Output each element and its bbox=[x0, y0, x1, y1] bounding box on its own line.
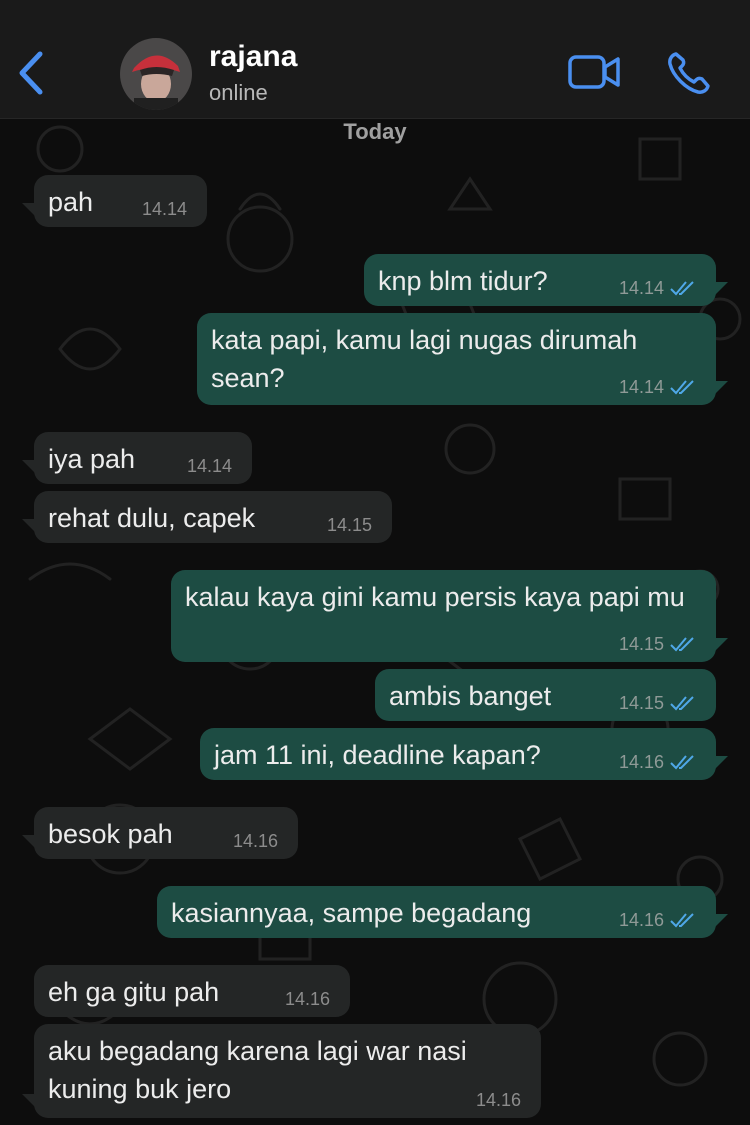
message-time: 14.15 bbox=[326, 515, 372, 535]
phone-icon[interactable] bbox=[666, 50, 712, 96]
double-check-icon bbox=[670, 913, 694, 928]
message-bubble-incoming[interactable]: pah 14.14 bbox=[22, 175, 207, 227]
back-chevron-icon[interactable] bbox=[14, 50, 50, 96]
double-check-icon bbox=[670, 696, 694, 711]
message-time: 14.14 bbox=[186, 456, 232, 476]
message-time: 14.14 bbox=[141, 199, 187, 219]
message-bubble-outgoing[interactable]: kalau kaya gini kamu persis kaya papi mu… bbox=[171, 570, 728, 662]
message-time: 14.16 bbox=[618, 752, 664, 772]
message-text: iya pah bbox=[48, 444, 136, 474]
contact-name[interactable]: rajana bbox=[209, 40, 297, 74]
contact-status: online bbox=[209, 80, 268, 105]
double-check-icon bbox=[670, 755, 694, 770]
message-list[interactable]: Today pah 14.14 knp blm tidur? 14.14 kat… bbox=[0, 119, 750, 1125]
message-time: 14.15 bbox=[618, 693, 664, 713]
message-time: 14.14 bbox=[618, 278, 664, 298]
message-time: 14.16 bbox=[618, 910, 664, 930]
message-time: 14.16 bbox=[475, 1090, 521, 1110]
message-text: jam 11 ini, deadline kapan? bbox=[214, 740, 541, 770]
message-time: 14.16 bbox=[232, 831, 278, 851]
message-time: 14.14 bbox=[618, 377, 664, 397]
double-check-icon bbox=[670, 637, 694, 652]
message-text: knp blm tidur? bbox=[378, 266, 548, 296]
message-text: kasiannyaa, sampe begadang bbox=[171, 898, 532, 928]
message-bubble-outgoing[interactable]: kata papi, kamu lagi nugas dirumah sean?… bbox=[197, 313, 728, 405]
date-separator: Today bbox=[343, 119, 407, 144]
message-time: 14.15 bbox=[618, 634, 664, 654]
double-check-icon bbox=[670, 281, 694, 296]
message-text: besok pah bbox=[48, 819, 173, 849]
message-bubble-incoming[interactable]: iya pah 14.14 bbox=[22, 432, 252, 484]
message-text: kalau kaya gini kamu persis kaya papi mu bbox=[185, 582, 685, 612]
message-text: aku begadang karena lagi war nasi kuning… bbox=[48, 1036, 467, 1104]
message-bubble-outgoing[interactable]: knp blm tidur? 14.14 bbox=[364, 254, 728, 306]
message-text: pah bbox=[48, 187, 94, 217]
message-bubble-incoming[interactable]: aku begadang karena lagi war nasi kuning… bbox=[22, 1024, 541, 1118]
chat-header: rajana online bbox=[0, 0, 750, 119]
message-text: kata papi, kamu lagi nugas dirumah sean? bbox=[211, 325, 638, 393]
message-bubble-outgoing[interactable]: jam 11 ini, deadline kapan? 14.16 bbox=[200, 728, 728, 780]
message-text: eh ga gitu pah bbox=[48, 977, 220, 1007]
message-text: rehat dulu, capek bbox=[48, 503, 256, 533]
avatar[interactable] bbox=[120, 38, 192, 110]
message-text: ambis banget bbox=[389, 681, 552, 711]
message-bubble-incoming[interactable]: eh ga gitu pah 14.16 bbox=[34, 965, 350, 1017]
double-check-icon bbox=[670, 380, 694, 395]
message-bubble-outgoing[interactable]: kasiannyaa, sampe begadang 14.16 bbox=[157, 886, 728, 938]
message-bubble-incoming[interactable]: besok pah 14.16 bbox=[22, 807, 298, 859]
video-call-icon[interactable] bbox=[567, 52, 621, 92]
message-bubble-outgoing[interactable]: ambis banget 14.15 bbox=[375, 669, 716, 721]
message-bubble-incoming[interactable]: rehat dulu, capek 14.15 bbox=[22, 491, 392, 543]
message-time: 14.16 bbox=[284, 989, 330, 1009]
